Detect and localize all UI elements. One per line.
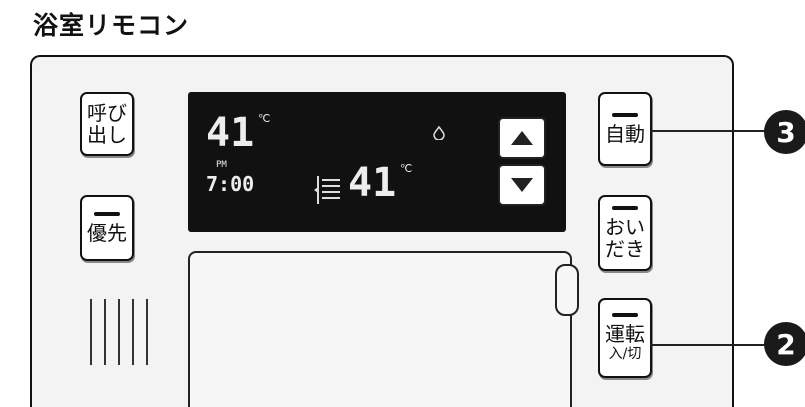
power-button-label-1: 運転 <box>605 322 645 346</box>
cover-latch[interactable] <box>555 264 579 316</box>
set-temperature-unit: ℃ <box>400 162 413 175</box>
callout-badge-power: 2 <box>764 322 805 366</box>
priority-lamp-icon <box>94 212 120 216</box>
clock-display: 7:00 <box>206 172 255 196</box>
call-button-label-1: 呼び <box>87 101 127 125</box>
up-arrow-icon <box>511 131 533 145</box>
callout-leader-power <box>650 344 766 346</box>
main-temperature: 41 <box>206 110 255 156</box>
reheat-button-label-2: だき <box>605 237 645 261</box>
priority-button-label: 優先 <box>87 221 127 245</box>
cover-door[interactable] <box>188 251 572 407</box>
call-button-label-2: 出し <box>87 123 127 147</box>
temp-up-button[interactable] <box>498 117 546 159</box>
power-lamp-icon <box>612 313 638 317</box>
auto-button[interactable]: 自動 <box>598 92 652 166</box>
priority-button[interactable]: 優先 <box>80 195 134 261</box>
auto-lamp-icon <box>612 113 638 117</box>
reheat-button-label-1: おい <box>605 215 645 239</box>
speaker-grille-icon <box>90 299 148 365</box>
lcd-display: 41 ℃ PM 7:00 41 ℃ <box>188 92 566 232</box>
temp-down-button[interactable] <box>498 164 546 206</box>
reheat-button[interactable]: おい だき <box>598 195 652 271</box>
reheat-lamp-icon <box>612 206 638 210</box>
page-title: 浴室リモコン <box>33 11 190 40</box>
callout-leader-auto <box>650 130 766 132</box>
power-button-label-2: 入/切 <box>608 346 642 362</box>
callout-badge-auto: 3 <box>764 110 805 154</box>
main-temperature-unit: ℃ <box>258 112 271 125</box>
flame-icon <box>433 126 445 140</box>
set-temperature: 41 <box>348 160 397 206</box>
auto-button-label: 自動 <box>605 122 645 146</box>
power-button[interactable]: 運転 入/切 <box>598 298 652 378</box>
period-indicator: PM <box>216 160 227 170</box>
call-button[interactable]: 呼び 出し <box>80 92 134 156</box>
water-level-gauge-icon <box>314 176 340 204</box>
down-arrow-icon <box>511 178 533 192</box>
